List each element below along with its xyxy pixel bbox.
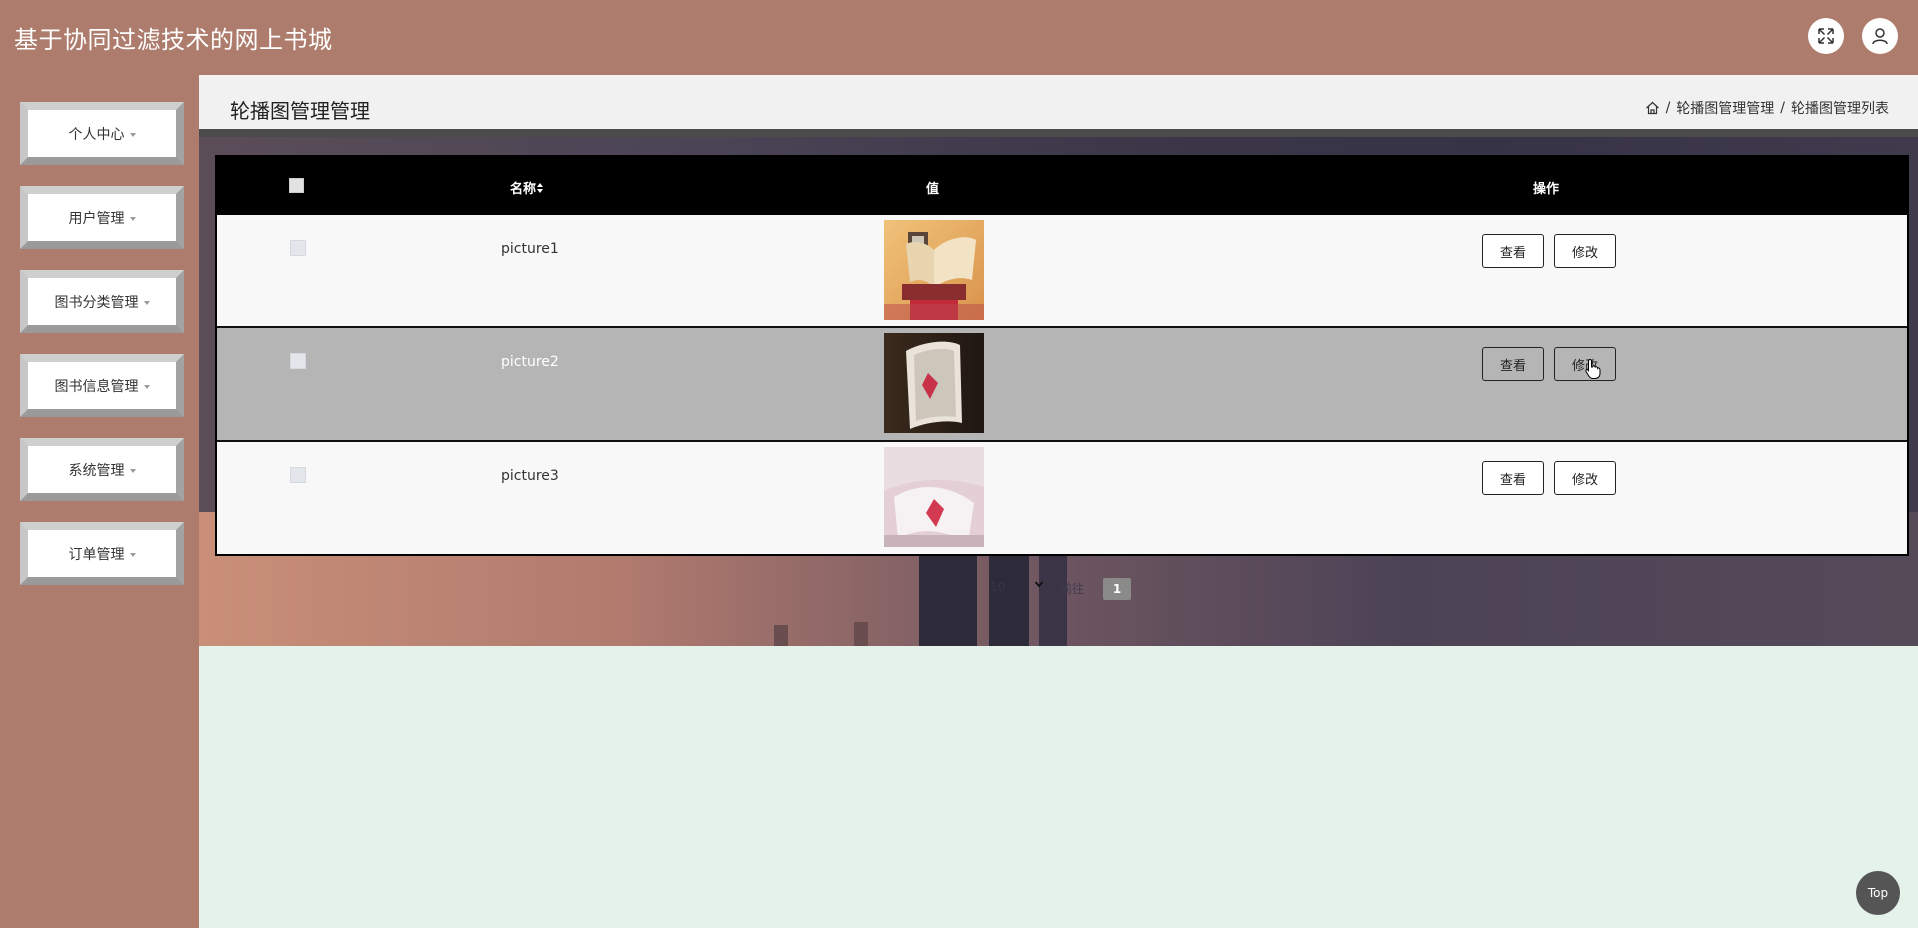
table-row: picture2 查看 修改 [217, 326, 1907, 440]
book-photo-3 [884, 447, 984, 547]
caret-down-icon [129, 552, 136, 557]
column-header-actions: 操作 [1533, 182, 1560, 197]
row-name: picture1 [501, 241, 559, 257]
row-name: picture2 [501, 354, 559, 370]
caret-down-icon [129, 132, 136, 137]
page-number-current[interactable]: 1 [1103, 578, 1131, 600]
sidebar-item-system[interactable]: 系统管理 [20, 438, 184, 501]
view-button[interactable]: 查看 [1482, 234, 1544, 268]
sidebar-item-label: 订单管理 [68, 546, 125, 563]
back-to-top-button[interactable]: Top [1856, 871, 1900, 915]
caret-down-icon [129, 216, 136, 221]
chevron-down-icon[interactable] [1034, 579, 1044, 589]
breadcrumb-separator: / [1780, 100, 1785, 116]
home-icon[interactable] [1645, 101, 1660, 115]
sidebar-item-label: 系统管理 [68, 462, 125, 479]
page-title: 轮播图管理管理 [230, 99, 370, 123]
row-name: picture3 [501, 468, 559, 484]
table-row: picture1 查看 修改 [217, 215, 1907, 326]
user-icon [1872, 28, 1888, 45]
select-all-checkbox[interactable] [289, 178, 304, 193]
user-profile-button[interactable] [1862, 18, 1898, 54]
view-button[interactable]: 查看 [1482, 347, 1544, 381]
breadcrumb-separator: / [1665, 100, 1671, 116]
book-photo-1 [884, 220, 984, 320]
breadcrumb-level1[interactable]: 轮播图管理管理 [1676, 98, 1774, 118]
sidebar-item-label: 图书分类管理 [54, 294, 139, 311]
sidebar-item-orders[interactable]: 订单管理 [20, 522, 184, 585]
fullscreen-button[interactable] [1808, 18, 1844, 54]
table-header: 名称 值 操作 [217, 157, 1907, 215]
edit-button[interactable]: 修改 [1554, 234, 1616, 268]
caret-down-icon [143, 384, 150, 389]
sidebar-item-label: 用户管理 [68, 210, 125, 227]
row-image [884, 220, 984, 320]
site-title: 基于协同过滤技术的网上书城 [14, 26, 333, 54]
caret-down-icon [129, 468, 136, 473]
sidebar-item-personal-center[interactable]: 个人中心 [20, 102, 184, 165]
breadcrumb-level2: 轮播图管理列表 [1791, 101, 1889, 117]
row-checkbox[interactable] [290, 467, 306, 483]
sidebar-item-book-info[interactable]: 图书信息管理 [20, 354, 184, 417]
row-image [884, 447, 984, 547]
book-photo-2 [884, 333, 984, 433]
caret-down-icon [143, 300, 150, 305]
carousel-table: 名称 值 操作 picture1 查看 修改 picture2 查看 修改 pi… [215, 155, 1909, 556]
sidebar-item-user-management[interactable]: 用户管理 [20, 186, 184, 249]
row-checkbox[interactable] [290, 353, 306, 369]
view-button[interactable]: 查看 [1482, 461, 1544, 495]
edit-button[interactable]: 修改 [1554, 461, 1616, 495]
expand-arrows-icon [1818, 28, 1834, 44]
breadcrumb: / 轮播图管理管理 / 轮播图管理列表 [1645, 98, 1889, 118]
table-row: picture3 查看 修改 [217, 440, 1907, 554]
sidebar-item-label: 个人中心 [68, 126, 125, 143]
sidebar-item-label: 图书信息管理 [54, 378, 139, 395]
column-header-value: 值 [926, 182, 940, 197]
column-header-name[interactable]: 名称 [510, 178, 544, 197]
sidebar-item-book-category[interactable]: 图书分类管理 [20, 270, 184, 333]
goto-label: 前往 [1060, 582, 1085, 596]
sidebar: 个人中心 用户管理 图书分类管理 图书信息管理 系统管理 订单管理 [0, 75, 199, 928]
row-image [884, 333, 984, 433]
sort-icon [537, 183, 544, 193]
top-header: 基于协同过滤技术的网上书城 [0, 0, 1918, 75]
page-size-select[interactable]: 10 [990, 580, 1005, 594]
row-checkbox[interactable] [290, 240, 306, 256]
hand-cursor-icon [1585, 358, 1601, 379]
